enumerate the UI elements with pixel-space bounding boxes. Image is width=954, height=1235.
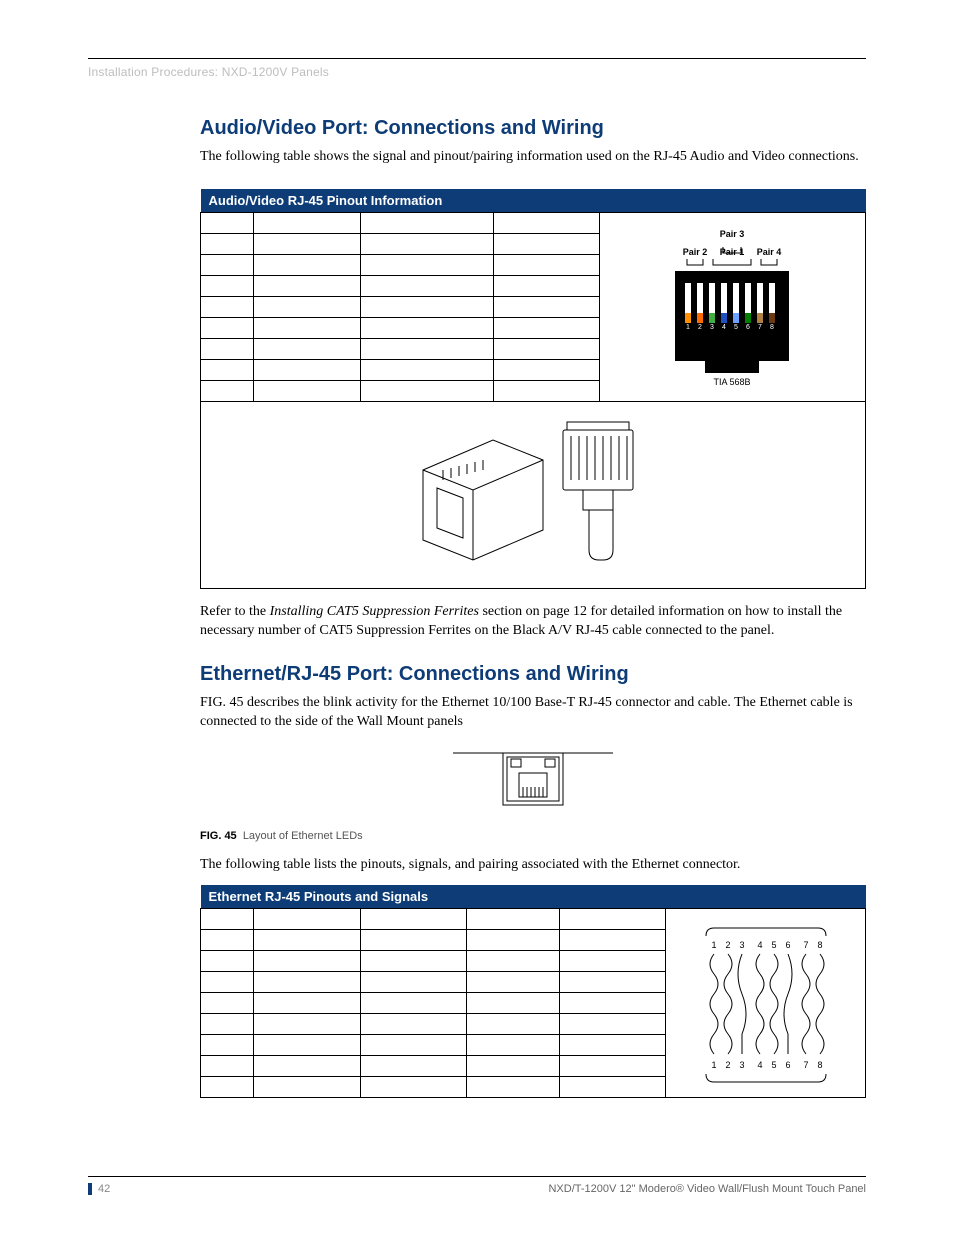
rj45-tia568b-diagram: Pair 3 Pair 2 Pair 1 Pair 4 <box>599 212 865 401</box>
svg-text:6: 6 <box>785 940 790 950</box>
section2-post-fig: The following table lists the pinouts, s… <box>200 856 866 875</box>
svg-text:8: 8 <box>771 324 775 331</box>
svg-text:8: 8 <box>817 1060 822 1070</box>
svg-text:1: 1 <box>687 324 691 331</box>
svg-text:4: 4 <box>757 940 762 950</box>
page-header-breadcrumb: Installation Procedures: NXD-1200V Panel… <box>88 65 866 79</box>
svg-text:5: 5 <box>771 940 776 950</box>
svg-text:1: 1 <box>711 1060 716 1070</box>
svg-text:7: 7 <box>803 940 808 950</box>
rj45-coupler-diagram <box>403 410 663 580</box>
svg-text:2: 2 <box>725 940 730 950</box>
ethernet-pairing-diagram: 12 34 56 78 <box>666 909 866 1098</box>
page-number: 42 <box>88 1183 110 1195</box>
section2-title: Ethernet/RJ-45 Port: Connections and Wir… <box>200 663 866 686</box>
svg-text:2: 2 <box>699 324 703 331</box>
page-footer: 42 NXD/T-1200V 12" Modero® Video Wall/Fl… <box>88 1176 866 1195</box>
fig45-caption: FIG. 45 Layout of Ethernet LEDs <box>200 830 866 842</box>
svg-text:3: 3 <box>711 324 715 331</box>
svg-text:4: 4 <box>723 324 727 331</box>
svg-text:6: 6 <box>747 324 751 331</box>
av-pinout-table: Audio/Video RJ-45 Pinout Information Pai… <box>200 189 866 589</box>
section1-intro: The following table shows the signal and… <box>200 148 866 167</box>
svg-text:8: 8 <box>817 940 822 950</box>
ethernet-pinout-table: Ethernet RJ-45 Pinouts and Signals 12 34… <box>200 885 866 1098</box>
svg-text:5: 5 <box>771 1060 776 1070</box>
svg-text:1: 1 <box>711 940 716 950</box>
svg-text:3: 3 <box>739 940 744 950</box>
doc-title-footer: NXD/T-1200V 12" Modero® Video Wall/Flush… <box>548 1183 866 1195</box>
svg-text:Pair 3: Pair 3 <box>720 229 745 239</box>
svg-text:6: 6 <box>785 1060 790 1070</box>
svg-text:5: 5 <box>735 324 739 331</box>
svg-text:2: 2 <box>725 1060 730 1070</box>
svg-text:3: 3 <box>739 1060 744 1070</box>
svg-text:Pair 2: Pair 2 <box>683 247 708 257</box>
section2-intro: FIG. 45 describes the blink activity for… <box>200 694 866 732</box>
svg-text:TIA 568B: TIA 568B <box>714 377 751 387</box>
av-table-title: Audio/Video RJ-45 Pinout Information <box>201 189 866 213</box>
section1-title: Audio/Video Port: Connections and Wiring <box>200 117 866 140</box>
svg-text:7: 7 <box>759 324 763 331</box>
eth-table-title: Ethernet RJ-45 Pinouts and Signals <box>201 885 866 909</box>
ethernet-led-figure <box>200 743 866 818</box>
svg-text:Pair 4: Pair 4 <box>757 247 782 257</box>
svg-text:7: 7 <box>803 1060 808 1070</box>
svg-text:4: 4 <box>757 1060 762 1070</box>
section1-note: Refer to the Installing CAT5 Suppression… <box>200 603 866 641</box>
